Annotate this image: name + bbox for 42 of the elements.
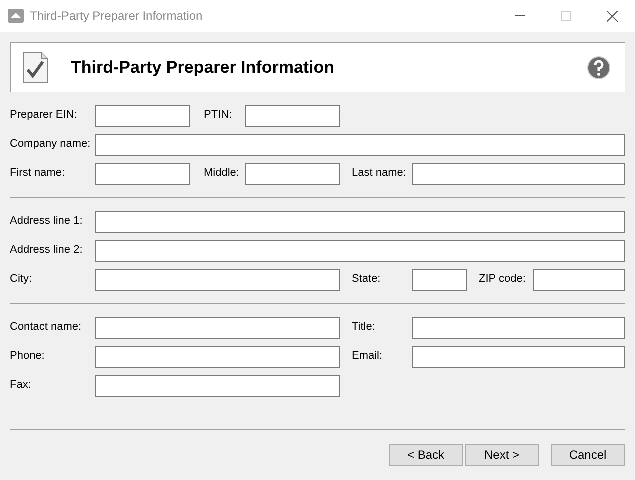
close-icon <box>606 10 618 22</box>
field-label: Title: <box>352 320 376 333</box>
field-label: Last name: <box>352 166 408 179</box>
field-label: Phone: <box>10 349 46 362</box>
field-label: PTIN: <box>204 108 234 121</box>
input-field[interactable] <box>245 163 340 185</box>
field-label: First name: <box>10 166 66 179</box>
input-field[interactable] <box>95 134 625 156</box>
window-title: Third-Party Preparer Information <box>30 9 204 23</box>
header-title: Third-Party Preparer Information <box>71 58 336 78</box>
field-label: ZIP code: <box>479 272 527 285</box>
field-label: Company name: <box>10 137 92 150</box>
input-field[interactable] <box>412 317 625 339</box>
input-field[interactable] <box>412 269 467 291</box>
back-button[interactable]: < Back <box>389 444 463 466</box>
input-field[interactable] <box>412 346 625 368</box>
input-field[interactable] <box>95 269 340 291</box>
input-field[interactable] <box>95 240 625 262</box>
field-label: State: <box>352 272 382 285</box>
field-label: Email: <box>352 349 384 362</box>
help-icon[interactable] <box>587 56 611 80</box>
field-label: Address line 1: <box>10 214 84 227</box>
cancel-button[interactable]: Cancel <box>551 444 625 466</box>
field-label: Middle: <box>204 166 240 179</box>
input-field[interactable] <box>95 163 190 185</box>
field-label: Fax: <box>10 378 32 391</box>
field-label: Preparer EIN: <box>10 108 78 121</box>
input-field[interactable] <box>95 211 625 233</box>
input-field[interactable] <box>95 317 340 339</box>
input-field[interactable] <box>95 375 340 397</box>
field-label: Address line 2: <box>10 243 84 256</box>
maximize-icon <box>561 11 571 21</box>
document-check-icon <box>23 52 49 84</box>
input-field[interactable] <box>245 105 340 127</box>
field-label: Contact name: <box>10 320 83 333</box>
input-field[interactable] <box>95 105 190 127</box>
input-field[interactable] <box>533 269 625 291</box>
app-icon <box>8 9 24 23</box>
field-label: City: <box>10 272 33 285</box>
input-field[interactable] <box>95 346 340 368</box>
next-button[interactable]: Next > <box>465 444 539 466</box>
input-field[interactable] <box>412 163 625 185</box>
